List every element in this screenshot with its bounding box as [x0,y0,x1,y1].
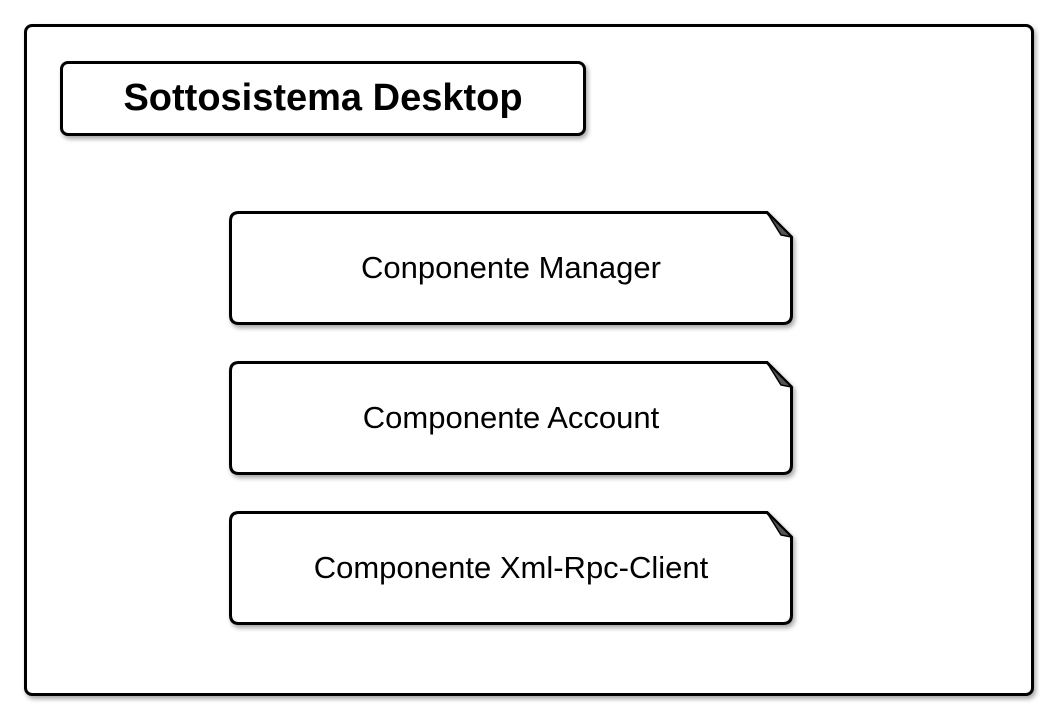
component-label: Componente Xml-Rpc-Client [313,550,709,585]
subsystem-title-box: Sottosistema Desktop [60,61,586,136]
subsystem-title: Sottosistema Desktop [123,77,523,119]
component-box-xml-rpc-client: Componente Xml-Rpc-Client [229,511,794,625]
component-box-account: Componente Account [229,361,794,475]
component-label: Conponente Manager [361,250,661,285]
component-label: Componente Account [362,400,660,435]
component-box-manager: Conponente Manager [229,211,794,325]
